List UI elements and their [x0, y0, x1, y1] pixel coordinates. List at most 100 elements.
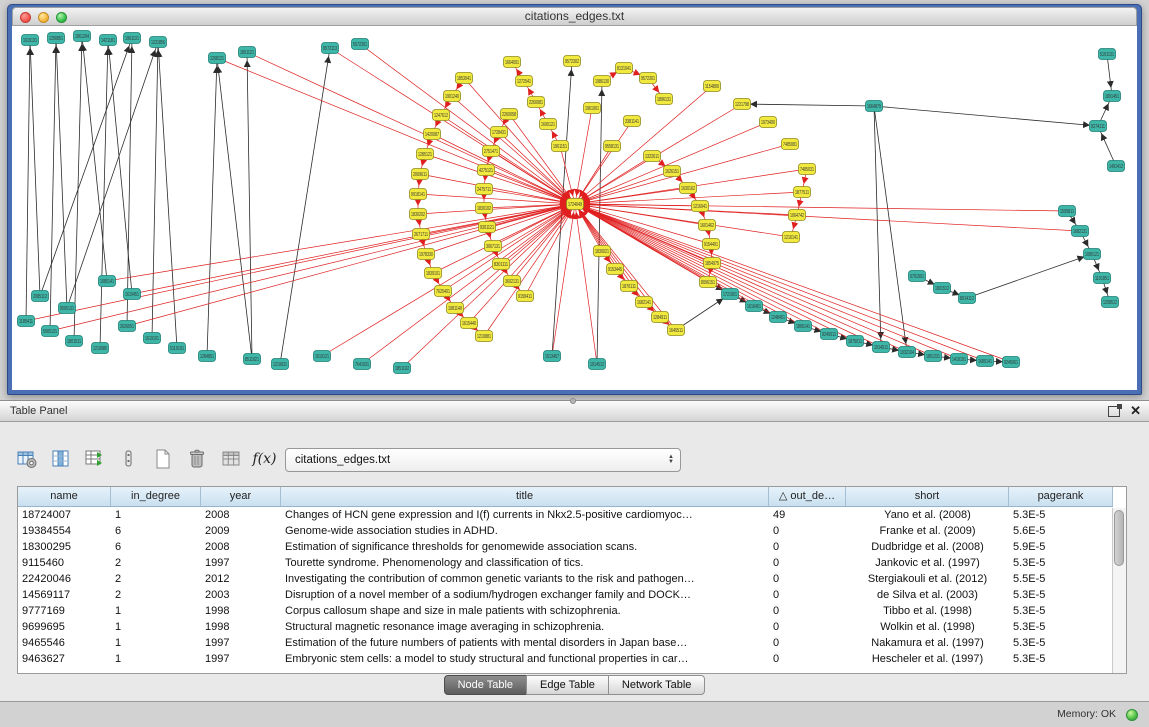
graph-node[interactable]: 5110191 [169, 343, 186, 354]
graph-node[interactable]: 1877511 [794, 187, 811, 198]
graph-node[interactable]: 5191131 [1099, 49, 1116, 60]
close-panel-icon[interactable]: ✕ [1130, 405, 1141, 417]
graph-node[interactable]: 2069611 [412, 169, 429, 180]
table-row[interactable]: 911546021997Tourette syndrome. Phenomeno… [18, 555, 1113, 571]
graph-node[interactable]: 1101851 [1094, 273, 1111, 284]
graph-edge[interactable] [525, 204, 575, 296]
graph-node[interactable]: 1981140 [447, 303, 464, 314]
graph-node[interactable]: 1216141 [783, 232, 800, 243]
graph-node[interactable]: 6791901 [909, 271, 926, 282]
graph-node[interactable]: 1961901 [584, 103, 601, 114]
graph-node[interactable]: 1248451 [770, 312, 787, 323]
graph-node[interactable]: 1914511 [873, 342, 890, 353]
scrollbar-thumb[interactable] [1114, 510, 1124, 566]
graph-node[interactable]: 2751471 [483, 146, 500, 157]
graph-node[interactable]: 8131041 [616, 63, 633, 74]
graph-node[interactable]: 8301111 [493, 259, 510, 270]
graph-node[interactable]: 1876111 [621, 281, 638, 292]
graph-node[interactable]: 8914112 [959, 293, 976, 304]
graph-node[interactable]: 1630162 [680, 183, 697, 194]
graph-node[interactable]: 3602131 [504, 276, 521, 287]
graph-edge[interactable] [50, 38, 56, 331]
graph-node[interactable]: 1896131 [656, 94, 673, 105]
table-row[interactable]: 2242004622012Investigating the contribut… [18, 571, 1113, 587]
graph-edge[interactable] [247, 52, 575, 204]
graph-node[interactable]: 1851102 [394, 363, 411, 374]
graph-edge[interactable] [217, 58, 252, 359]
graph-edge[interactable] [597, 81, 602, 364]
graph-node[interactable]: 1322611 [644, 151, 661, 162]
graph-node[interactable]: 1231856 [150, 37, 167, 48]
graph-node[interactable]: 1891451 [1104, 91, 1121, 102]
graph-node[interactable]: 7485081 [782, 139, 799, 150]
graph-node[interactable]: 1901240 [444, 91, 461, 102]
graph-node[interactable]: 7485031 [799, 164, 816, 175]
graph-hub-node[interactable]: 1724049 [567, 199, 584, 210]
graph-node[interactable]: 1830021 [594, 246, 611, 257]
graph-edge[interactable] [874, 106, 1098, 126]
graph-node[interactable]: 1420087 [424, 129, 441, 140]
column-header-out_degree[interactable]: △ out_de… [769, 487, 846, 506]
graph-node[interactable]: 3067131 [485, 241, 502, 252]
table-panel-header[interactable]: Table Panel ✕ [0, 400, 1149, 422]
minimize-window-icon[interactable] [38, 12, 49, 23]
graph-node[interactable]: 1219085 [92, 343, 109, 354]
graph-node[interactable]: 1830202 [410, 209, 427, 220]
graph-edge[interactable] [575, 204, 881, 347]
graph-edge[interactable] [575, 171, 672, 204]
table-row[interactable]: 1830029562008Estimation of significance … [18, 539, 1113, 555]
graph-node[interactable]: 1861204 [74, 31, 91, 42]
graph-node[interactable]: 1645511 [668, 325, 685, 336]
graph-node[interactable]: 1978330 [418, 249, 435, 260]
graph-node[interactable]: 2260081 [528, 97, 545, 108]
graph-edge[interactable] [158, 42, 177, 348]
graph-node[interactable]: 1853041 [456, 73, 473, 84]
graph-node[interactable]: 9274111 [1090, 121, 1107, 132]
graph-node[interactable]: 1682141 [636, 297, 653, 308]
table-row[interactable]: 969969511998Structural magnetic resonanc… [18, 619, 1113, 635]
graph-node[interactable]: 9505131 [59, 303, 76, 314]
graph-node[interactable]: 3381141 [624, 116, 641, 127]
graph-node[interactable]: 9245061 [1003, 357, 1020, 368]
graph-node[interactable]: 1284911 [652, 312, 669, 323]
graph-edge[interactable] [484, 204, 575, 336]
tab-node-table[interactable]: Node Table [444, 675, 527, 695]
graph-node[interactable]: 1616451 [746, 301, 763, 312]
graph-edge[interactable] [322, 204, 575, 356]
table-row[interactable]: 946362711997Embryonic stem cells: a mode… [18, 651, 1113, 667]
graph-node[interactable]: 5905131 [42, 326, 59, 337]
graph-node[interactable]: 1801511 [66, 336, 83, 347]
graph-node[interactable]: 1154890 [704, 81, 721, 92]
graph-node[interactable]: 9301121 [479, 222, 496, 233]
graph-node[interactable]: 4275121 [478, 165, 495, 176]
graph-node[interactable]: 9918141 [410, 189, 427, 200]
graph-node[interactable]: 1851121 [239, 47, 256, 58]
graph-node[interactable]: 8511021 [244, 354, 261, 365]
graph-node[interactable]: 2085112 [32, 291, 49, 302]
graph-edge[interactable] [575, 156, 652, 204]
graph-node[interactable]: 1721901 [722, 289, 739, 300]
graph-node[interactable]: 1208512 [1102, 297, 1119, 308]
graph-node[interactable]: 1210881 [476, 331, 493, 342]
column-header-name[interactable]: name [18, 487, 111, 506]
graph-edge[interactable] [575, 108, 592, 204]
tab-edge-table[interactable]: Edge Table [526, 675, 609, 695]
graph-node[interactable]: 1085121 [1084, 249, 1101, 260]
table-vertical-scrollbar[interactable] [1112, 508, 1126, 673]
graph-node[interactable]: 1615440 [461, 318, 478, 329]
tab-network-table[interactable]: Network Table [608, 675, 706, 695]
graph-node[interactable]: 1601462 [699, 220, 716, 231]
graph-node[interactable]: 1221798 [734, 99, 751, 110]
graph-node[interactable]: 1830102 [476, 203, 493, 214]
graph-node[interactable]: 7641031 [354, 359, 371, 370]
float-panel-icon[interactable] [1108, 406, 1120, 417]
table-row[interactable]: 1938455462009Genome-wide association stu… [18, 523, 1113, 539]
graph-node[interactable]: 9572302 [564, 56, 581, 67]
graph-node[interactable]: 1664879 [866, 101, 883, 112]
graph-node[interactable]: 1619121 [314, 351, 331, 362]
graph-node[interactable]: 9572113 [322, 43, 339, 54]
graph-node[interactable]: 7625401 [435, 286, 452, 297]
column-header-year[interactable]: year [201, 487, 281, 506]
column-header-short[interactable]: short [846, 487, 1009, 506]
graph-node[interactable]: 1685141 [977, 356, 994, 367]
